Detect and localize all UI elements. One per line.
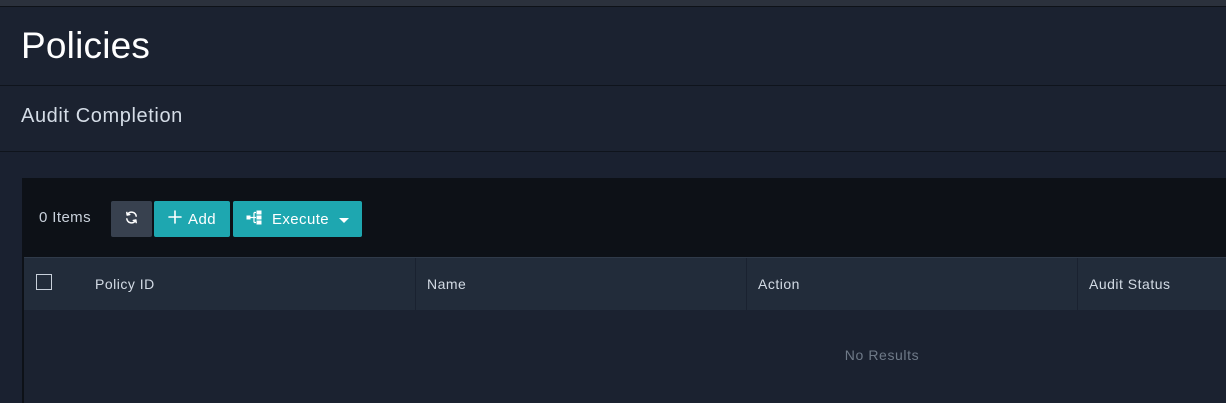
section-title: Audit Completion	[21, 105, 183, 127]
no-results-message: No Results	[844, 347, 920, 363]
top-strip	[0, 0, 1226, 7]
caret-down-icon	[339, 217, 349, 223]
page-header: Policies	[0, 7, 1226, 86]
plus-icon	[168, 210, 182, 228]
execute-button-label: Execute	[272, 210, 329, 228]
table-body: No Results	[24, 257, 1226, 403]
execute-button[interactable]: Execute	[233, 201, 362, 237]
refresh-icon	[124, 210, 139, 229]
add-button-label: Add	[188, 210, 216, 228]
page-title: Policies	[21, 25, 151, 66]
policies-panel: 0 Items Add Execute Policy ID Name Actio…	[22, 178, 1226, 403]
add-button[interactable]: Add	[154, 201, 230, 237]
refresh-button[interactable]	[111, 201, 152, 237]
items-count: 0 Items	[39, 209, 91, 226]
toolbar: 0 Items Add Execute	[22, 200, 1226, 237]
flow-icon	[246, 210, 263, 229]
policies-table: Policy ID Name Action Audit Status No Re…	[24, 257, 1226, 403]
section-header: Audit Completion	[0, 86, 1226, 152]
